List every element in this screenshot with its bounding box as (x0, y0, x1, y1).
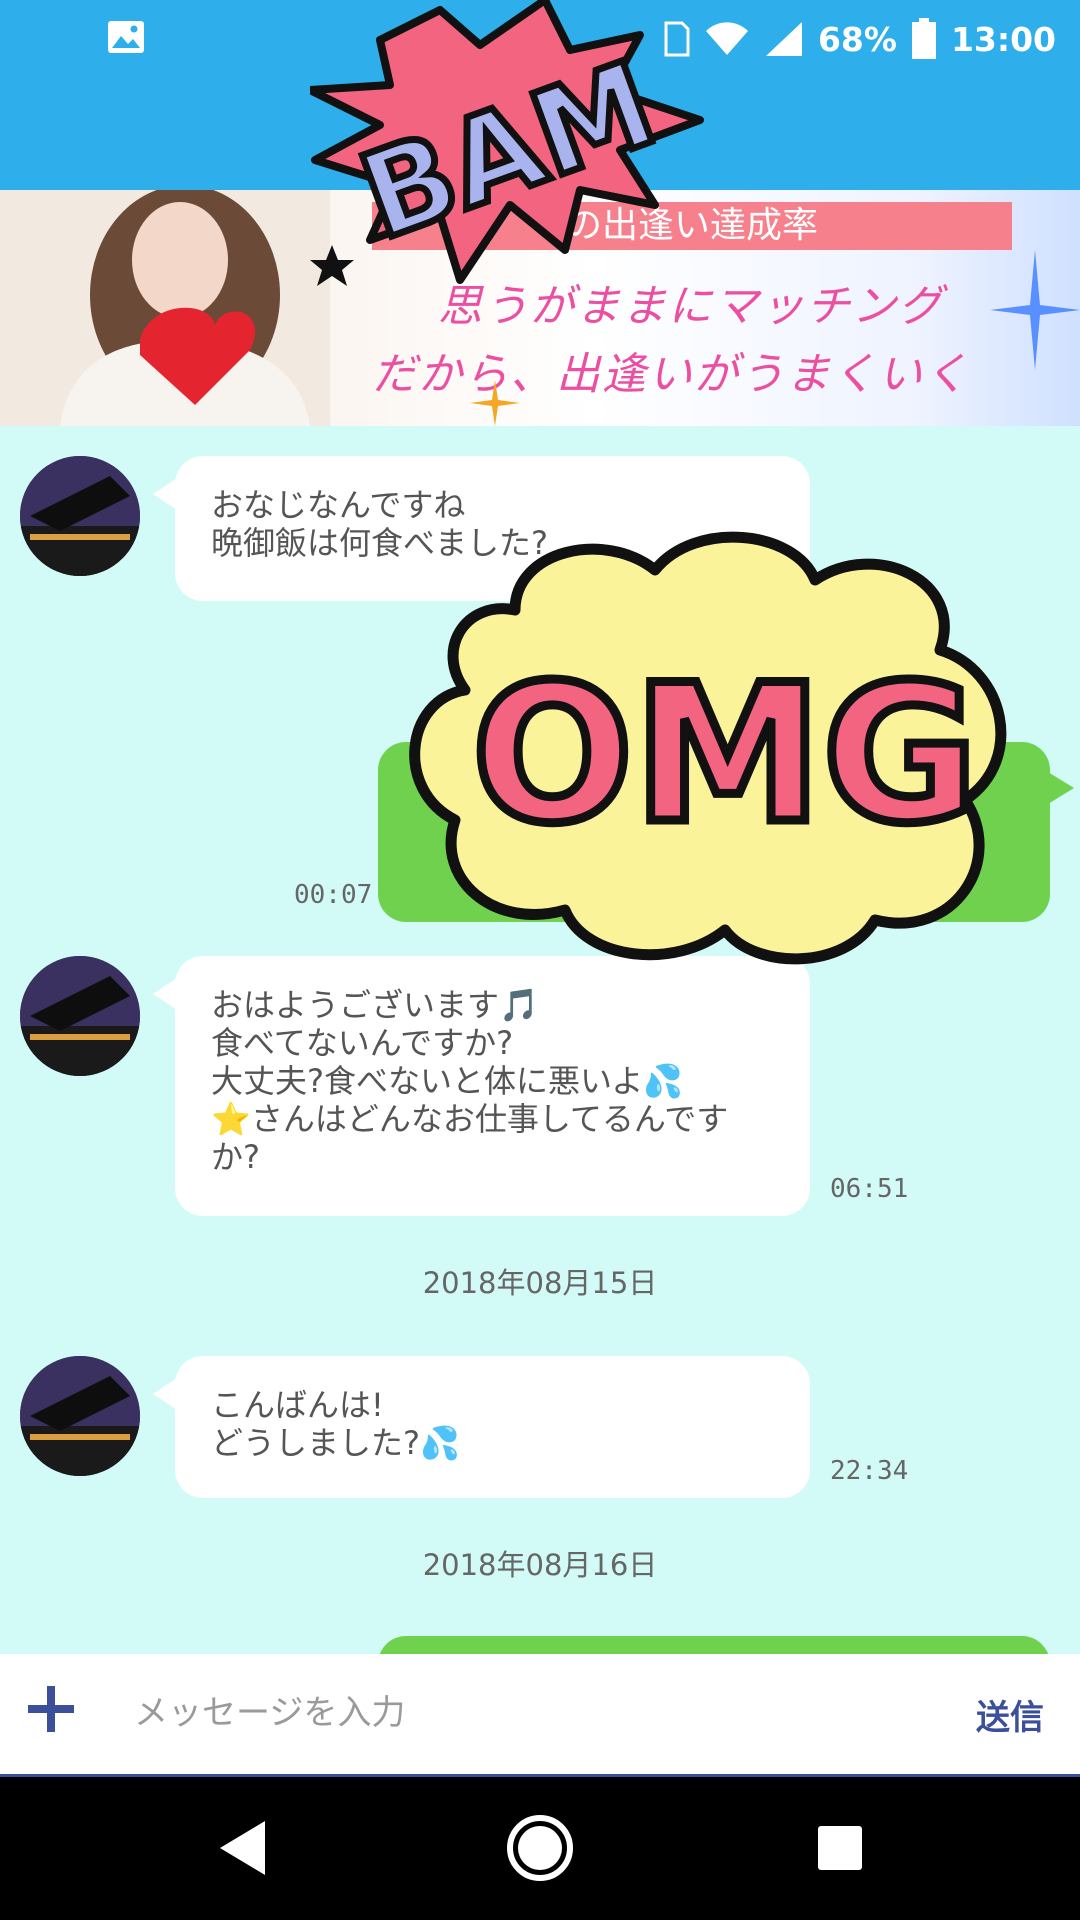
battery-percent: 68% (817, 19, 897, 59)
plus-icon[interactable] (28, 1686, 74, 1732)
omg-sticker: OMG (409, 531, 1007, 965)
sparkle-icon (470, 380, 520, 426)
message-time: 06:51 (830, 1174, 909, 1204)
incoming-message: こんばんは! どうしました?💦 (153, 1356, 810, 1498)
home-icon[interactable] (505, 1813, 575, 1883)
message-input[interactable] (132, 1682, 916, 1744)
message-time: 22:34 (830, 1456, 909, 1486)
clock: 13:00 (950, 19, 1056, 59)
contact-avatar[interactable] (20, 456, 140, 576)
message-text: か? (211, 1138, 260, 1176)
contact-avatar[interactable] (20, 1356, 140, 1476)
message-composer: 送信 (0, 1654, 1080, 1777)
back-icon[interactable] (210, 1813, 280, 1883)
system-nav-bar (0, 1777, 1080, 1920)
svg-text:OMG: OMG (472, 644, 979, 865)
message-text: こんばんは! (211, 1386, 384, 1424)
signal-icon (765, 22, 802, 56)
sparkle-icon (990, 250, 1080, 370)
message-text: ⭐さんはどんなお仕事してるんです (211, 1100, 729, 1138)
message-text: おなじなんですね (211, 486, 466, 524)
banner-woman-photo (0, 190, 330, 426)
date-separator: 2018年08月16日 (422, 1548, 658, 1582)
image-icon (108, 21, 144, 53)
message-text: 食べてないんですか? (211, 1024, 514, 1062)
send-button[interactable]: 送信 (976, 1690, 1044, 1739)
battery-icon (911, 18, 936, 59)
banner-subheadline: だから、出逢いがうまくいく (372, 349, 970, 400)
contact-avatar[interactable] (20, 956, 140, 1076)
message-text: どうしました?💦 (211, 1424, 460, 1462)
incoming-message: おはようございます🎵 食べてないんですか? 大丈夫?食べないと体に悪いよ💦 ⭐さ… (153, 956, 810, 1216)
bam-sticker: BAM (310, 0, 704, 286)
message-time: 00:07 (294, 880, 373, 910)
date-separator: 2018年08月15日 (422, 1266, 658, 1300)
message-text: 大丈夫?食べないと体に悪いよ💦 (211, 1062, 684, 1100)
outgoing-message (378, 1636, 1050, 1654)
recents-icon[interactable] (805, 1813, 875, 1883)
wifi-icon (705, 22, 748, 55)
message-text: おはようございます🎵 (211, 986, 539, 1024)
